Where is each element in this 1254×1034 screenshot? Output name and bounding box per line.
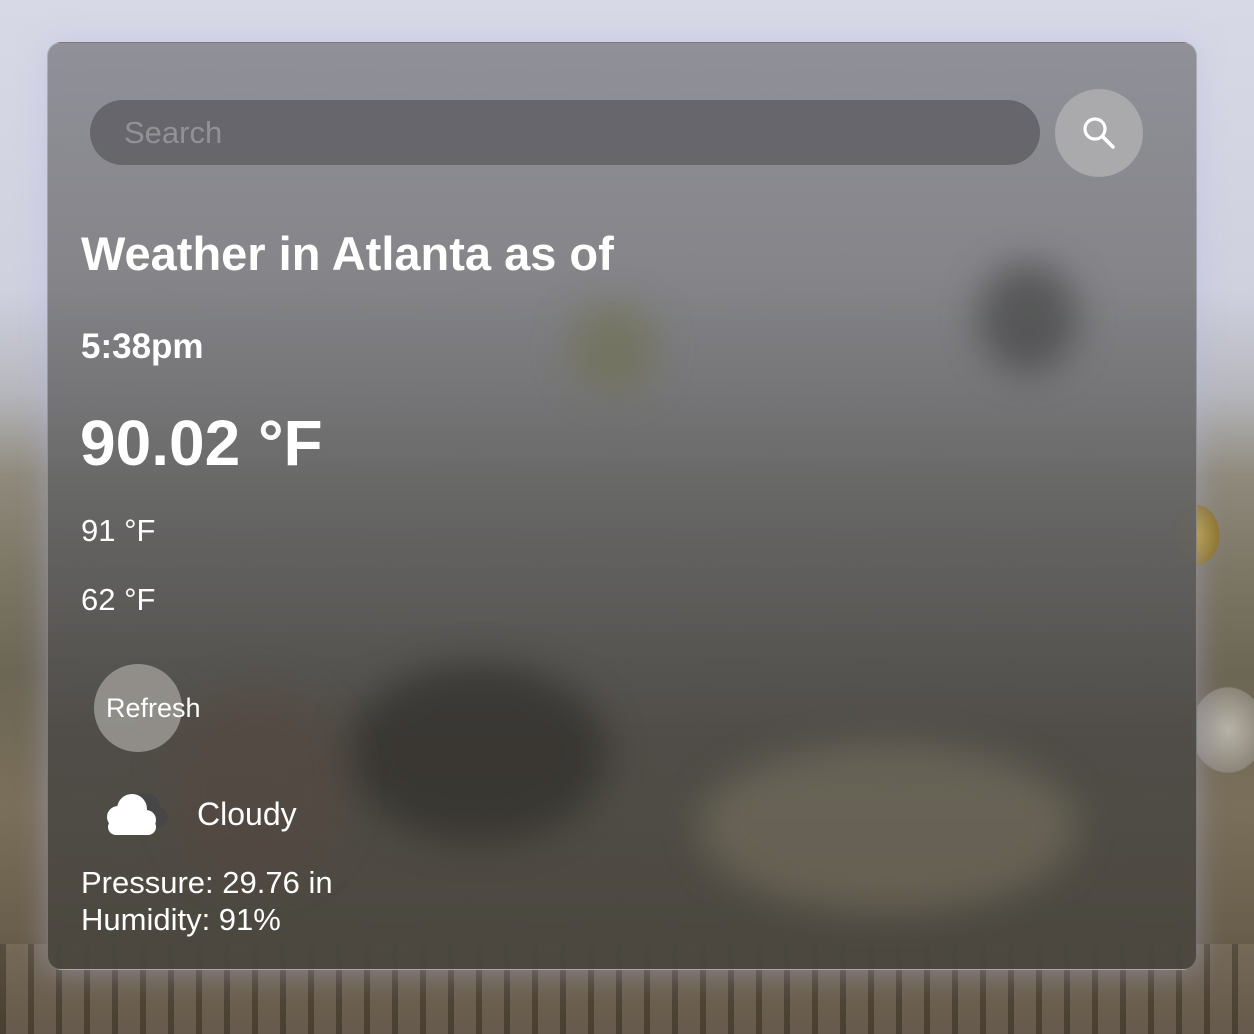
background-blur-blob xyxy=(978,263,1078,373)
search-input[interactable] xyxy=(90,100,1040,165)
background-blur-blob xyxy=(348,663,608,843)
weather-title: Weather in Atlanta as of xyxy=(81,227,614,280)
refresh-button[interactable]: Refresh xyxy=(94,664,201,752)
weather-condition: Cloudy xyxy=(197,796,297,832)
low-temperature: 62 °F xyxy=(81,582,156,617)
cloud-icon xyxy=(107,793,168,835)
humidity-reading: Humidity: 91% xyxy=(81,902,281,937)
pressure-reading: Pressure: 29.76 in xyxy=(81,865,333,900)
background-blur-blob xyxy=(698,743,1078,913)
weather-card: Weather in Atlanta as of 5:38pm 90.02 °F… xyxy=(47,42,1197,970)
observation-time: 5:38pm xyxy=(81,327,204,366)
current-temperature: 90.02 °F xyxy=(80,407,323,479)
search-icon xyxy=(1083,117,1115,149)
search-button[interactable] xyxy=(1055,89,1143,177)
background-blur-blob xyxy=(568,303,658,393)
high-temperature: 91 °F xyxy=(81,513,156,548)
